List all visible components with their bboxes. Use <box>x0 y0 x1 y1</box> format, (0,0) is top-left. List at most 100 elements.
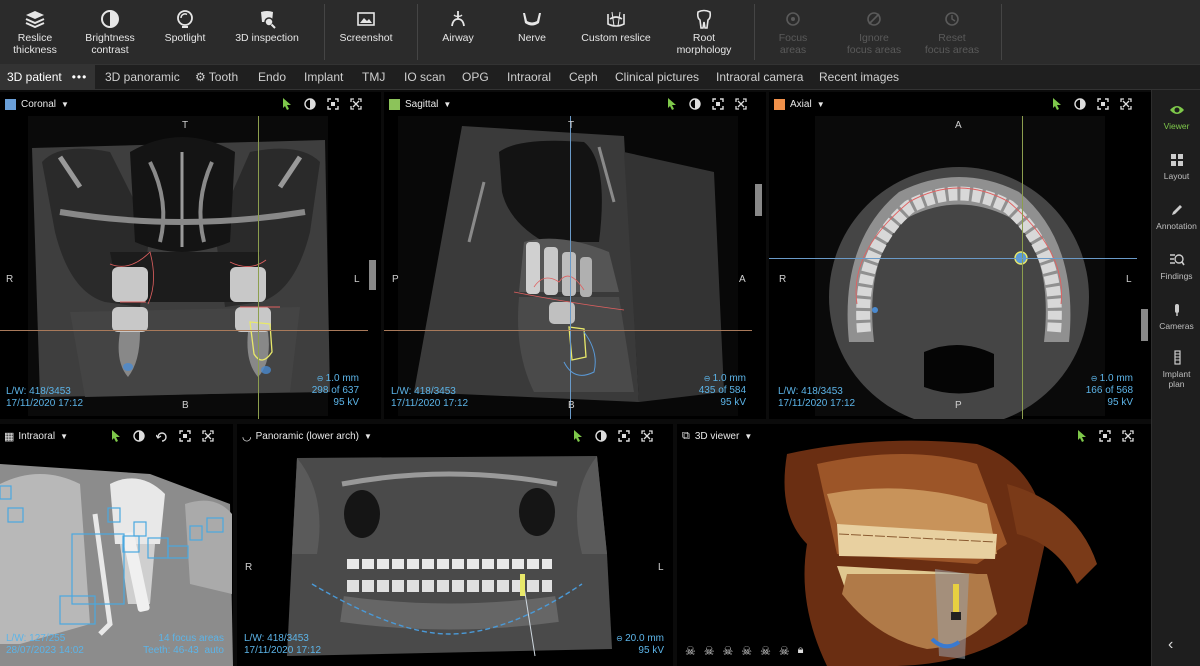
skull-left-icon[interactable]: ☠ <box>723 644 734 658</box>
coronal-scan-image[interactable] <box>0 92 381 419</box>
tab-3d-panoramic[interactable]: 3D panoramic <box>105 65 180 90</box>
intraoral-info-left: L/W: 127/255 28/07/2023 14:02 <box>6 633 84 656</box>
chevron-down-icon[interactable]: ▼ <box>744 432 752 441</box>
fit-icon[interactable] <box>1098 429 1111 442</box>
tab-tmj[interactable]: TMJ <box>362 65 385 90</box>
skull-right-icon[interactable]: ☠ <box>741 644 752 658</box>
skull-back-icon[interactable]: ☠ <box>704 644 715 658</box>
crosshair-vertical[interactable] <box>1022 116 1023 419</box>
fit-icon[interactable] <box>326 97 339 110</box>
tab-intraoral[interactable]: Intraoral <box>507 65 551 90</box>
intraoral-viewport[interactable]: ▦ Intraoral ▼ L/W: 127/255 28/07/2023 14:… <box>0 424 233 666</box>
main-toolbar: Reslice thickness Brightness contrast Spot… <box>0 0 1200 64</box>
more-options-icon[interactable]: ••• <box>72 70 88 84</box>
tab-recent-images[interactable]: Recent images <box>819 65 899 90</box>
contrast-icon[interactable] <box>688 97 701 110</box>
sagittal-info-right: ⊖ 1.0 mm 435 of 584 95 kV <box>698 373 746 408</box>
cursor-icon[interactable] <box>280 97 293 110</box>
reset-focus-areas-button[interactable]: Reset focus areas <box>918 0 986 64</box>
viewport-title[interactable]: Intraoral <box>18 431 55 442</box>
tab-implant[interactable]: Implant <box>304 65 343 90</box>
cursor-icon[interactable] <box>1075 429 1088 442</box>
root-morphology-button[interactable]: Root morphology <box>675 0 733 64</box>
viewport-title[interactable]: 3D viewer <box>695 431 739 442</box>
viewport-title[interactable]: Sagittal <box>405 99 438 110</box>
tab-ceph[interactable]: Ceph <box>569 65 598 90</box>
skull-front-icon[interactable]: ☠ <box>685 644 696 658</box>
chevron-down-icon[interactable]: ▼ <box>60 432 68 441</box>
maximize-icon[interactable] <box>1121 429 1134 442</box>
cursor-icon[interactable] <box>571 429 584 442</box>
sagittal-viewport[interactable]: Sagittal ▼ T B P A L/W: 418/3453 17/11/20… <box>384 92 766 419</box>
tab-io-scan[interactable]: IO scan <box>404 65 445 90</box>
chevron-down-icon[interactable]: ▼ <box>364 432 372 441</box>
3d-viewer-viewport[interactable]: ⧉ 3D viewer ▼ ☠ ☠ ☠ ☠ ☠ ☠ 🔒︎ <box>677 424 1151 666</box>
crosshair-horizontal[interactable] <box>384 330 752 331</box>
skull-bottom-icon[interactable]: ☠ <box>779 644 790 658</box>
panoramic-scan-image[interactable] <box>237 424 673 666</box>
3d-volume-render[interactable] <box>677 424 1151 666</box>
maximize-icon[interactable] <box>201 429 214 442</box>
coronal-viewport[interactable]: Coronal ▼ T B R L L/W: 418/3453 17/11/20… <box>0 92 381 419</box>
sidebar-item-layout[interactable]: Layout <box>1152 152 1200 181</box>
maximize-icon[interactable] <box>349 97 362 110</box>
cursor-icon[interactable] <box>665 97 678 110</box>
chevron-down-icon[interactable]: ▼ <box>61 100 69 109</box>
spotlight-button[interactable]: Spotlight <box>158 0 212 64</box>
custom-reslice-icon <box>605 9 627 29</box>
chevron-down-icon[interactable]: ▼ <box>817 100 825 109</box>
contrast-icon[interactable] <box>132 429 145 442</box>
sidebar-item-viewer[interactable]: Viewer <box>1152 102 1200 131</box>
skull-top-icon[interactable]: ☠ <box>760 644 771 658</box>
chevron-down-icon[interactable]: ▼ <box>443 100 451 109</box>
collapse-sidebar-button[interactable]: ‹ <box>1168 636 1173 654</box>
crosshair-horizontal[interactable] <box>769 258 1137 259</box>
maximize-icon[interactable] <box>734 97 747 110</box>
fit-icon[interactable] <box>711 97 724 110</box>
crosshair-vertical[interactable] <box>570 116 571 419</box>
tab-opg[interactable]: OPG <box>462 65 489 90</box>
viewport-title[interactable]: Coronal <box>21 99 56 110</box>
tab-clinical-pictures[interactable]: Clinical pictures <box>615 65 699 90</box>
maximize-icon[interactable] <box>640 429 653 442</box>
airway-button[interactable]: Airway <box>435 0 481 64</box>
sagittal-scan-image[interactable] <box>384 92 766 419</box>
3d-inspection-button[interactable]: 3D inspection <box>231 0 303 64</box>
rotate-icon[interactable] <box>155 429 168 442</box>
contrast-icon[interactable] <box>1073 97 1086 110</box>
custom-reslice-button[interactable]: Custom reslice <box>579 0 653 64</box>
intraoral-xray-image[interactable] <box>0 424 233 666</box>
axial-viewport[interactable]: Axial ▼ A P R L L/W: 418/3453 17/11/2020 … <box>769 92 1151 419</box>
orientation-right: L <box>1126 274 1132 285</box>
fit-icon[interactable] <box>1096 97 1109 110</box>
brightness-contrast-button[interactable]: Brightness contrast <box>78 0 142 64</box>
nerve-icon <box>521 9 543 29</box>
viewport-title[interactable]: Panoramic (lower arch) <box>256 431 359 442</box>
sidebar-item-implant-plan[interactable]: Implant plan <box>1152 350 1200 389</box>
fit-icon[interactable] <box>178 429 191 442</box>
tab-3d-patient[interactable]: 3D patient ••• <box>0 65 96 90</box>
crosshair-vertical[interactable] <box>258 116 259 419</box>
cursor-icon[interactable] <box>1050 97 1063 110</box>
lock-icon[interactable]: 🔒︎ <box>798 644 804 658</box>
contrast-icon[interactable] <box>303 97 316 110</box>
tab-tooth[interactable]: ⚙ Tooth <box>195 65 238 90</box>
viewport-title[interactable]: Axial <box>790 99 812 110</box>
tab-intraoral-camera[interactable]: Intraoral camera <box>716 65 803 90</box>
crosshair-horizontal[interactable] <box>0 330 368 331</box>
focus-areas-button[interactable]: Focus areas <box>760 0 826 64</box>
panoramic-viewport[interactable]: ◡ Panoramic (lower arch) ▼ R L L/W: 418/… <box>237 424 673 666</box>
contrast-icon[interactable] <box>594 429 607 442</box>
nerve-button[interactable]: Nerve <box>510 0 554 64</box>
screenshot-button[interactable]: Screenshot <box>337 0 395 64</box>
fit-icon[interactable] <box>617 429 630 442</box>
tab-endo[interactable]: Endo <box>258 65 286 90</box>
sidebar-item-cameras[interactable]: Cameras <box>1152 302 1200 331</box>
sidebar-item-findings[interactable]: Findings <box>1152 252 1200 281</box>
axial-scan-image[interactable] <box>769 92 1151 419</box>
reslice-thickness-button[interactable]: Reslice thickness <box>6 0 64 64</box>
cursor-icon[interactable] <box>109 429 122 442</box>
maximize-icon[interactable] <box>1119 97 1132 110</box>
sidebar-item-annotation[interactable]: Annotation <box>1152 202 1200 231</box>
ignore-focus-areas-button[interactable]: Ignore focus areas <box>840 0 908 64</box>
